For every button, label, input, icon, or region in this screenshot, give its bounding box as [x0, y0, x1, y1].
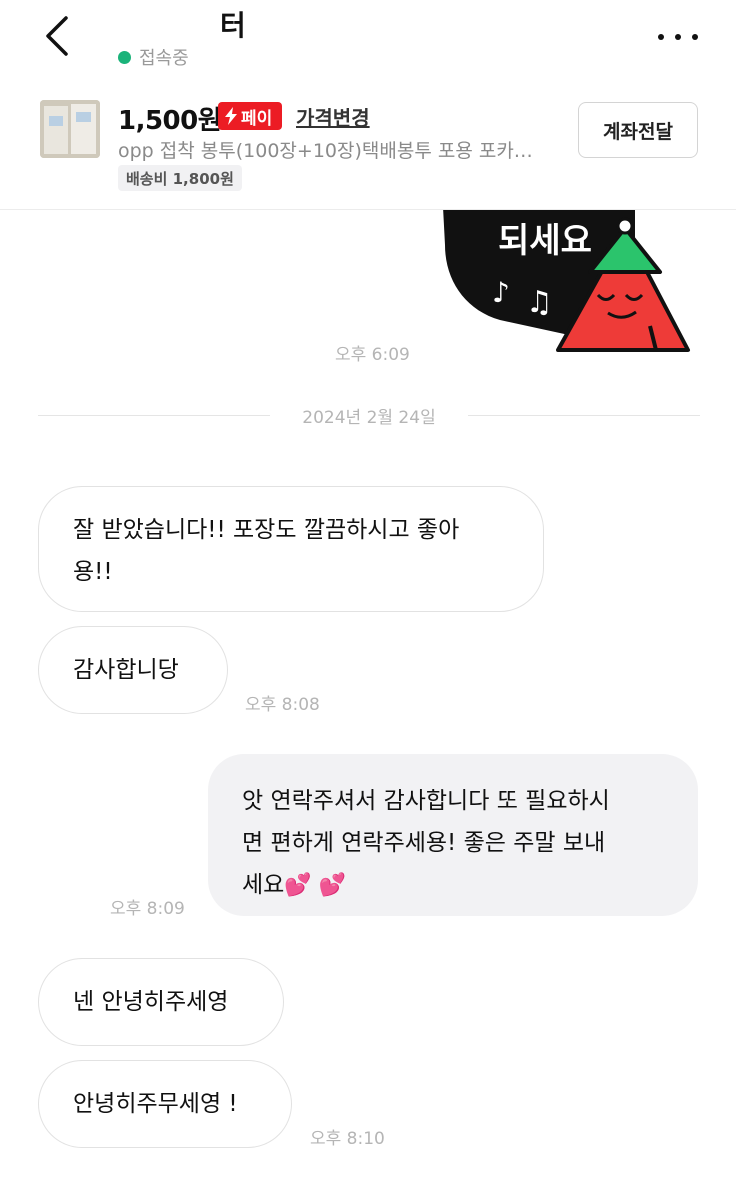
divider-line: [468, 415, 700, 416]
online-status: 접속중: [118, 44, 189, 70]
message-time: 오후 8:08: [245, 695, 320, 715]
heart-emoji-icon: 💕 💕: [284, 873, 347, 898]
message-text-line: 세요💕 💕: [242, 864, 664, 907]
more-icon: [658, 34, 664, 40]
music-notes-icon: ♫: [526, 285, 553, 320]
date-divider: 2024년 2월 24일: [38, 400, 700, 430]
lightning-icon: [225, 107, 237, 125]
more-options-button[interactable]: [658, 30, 698, 44]
message-text: 면 편하게 연락주세용! 좋은 주말 보내: [242, 830, 606, 856]
message-text: 넨 안녕히주세영: [73, 989, 229, 1015]
online-status-label: 접속중: [139, 48, 189, 69]
message-time: 오후 8:09: [110, 899, 185, 919]
chevron-left-icon: [46, 16, 68, 56]
message-text: 안녕히주무세영 !: [73, 1091, 238, 1117]
pay-badge: 페이: [218, 102, 283, 130]
product-name[interactable]: opp 접착 봉투(100장+10장)택배봉투 포용 포카…: [118, 136, 568, 163]
hat-pompom: [616, 217, 634, 235]
message-bubble-sent[interactable]: 앗 연락주셔서 감사합니다 또 필요하시 면 편하게 연락주세용! 좋은 주말 …: [208, 754, 698, 916]
pay-label: 페이: [241, 108, 273, 129]
price-change-link[interactable]: 가격변경: [296, 102, 370, 131]
account-transfer-button[interactable]: 계좌전달: [578, 102, 698, 158]
product-thumbnail[interactable]: [40, 100, 100, 158]
chat-header: 터 접속중 1,500원 페이 가격변경 opp 접착 봉투(100장+10장)…: [0, 0, 736, 210]
message-time: 오후 6:09: [335, 345, 410, 365]
message-bubble-received[interactable]: 잘 받았습니다!! 포장도 깔끔하시고 좋아 용!!: [38, 486, 544, 612]
message-text: 감사합니당: [73, 657, 179, 683]
message-text: 잘 받았습니다!! 포장도 깔끔하시고 좋아: [73, 517, 460, 543]
message-text: 용!!: [73, 559, 113, 585]
online-dot-icon: [118, 50, 131, 64]
message-text: 앗 연락주셔서 감사합니다 또 필요하시: [242, 788, 610, 814]
music-note-icon: ♪: [492, 276, 510, 309]
chat-partner-name: 터: [220, 9, 246, 42]
message-bubble-received[interactable]: 안녕히주무세영 !: [38, 1060, 292, 1148]
product-image: [40, 100, 100, 158]
shipping-fee-badge: 배송비 1,800원: [118, 165, 242, 191]
sticker-text: 되세요: [498, 221, 592, 261]
product-price: 1,500원: [118, 106, 222, 136]
message-time: 오후 8:10: [310, 1129, 385, 1149]
back-button[interactable]: [40, 14, 80, 58]
message-bubble-received[interactable]: 넨 안녕히주세영: [38, 958, 284, 1046]
message-bubble-received[interactable]: 감사합니당: [38, 626, 228, 714]
message-text: 세요: [242, 872, 285, 898]
